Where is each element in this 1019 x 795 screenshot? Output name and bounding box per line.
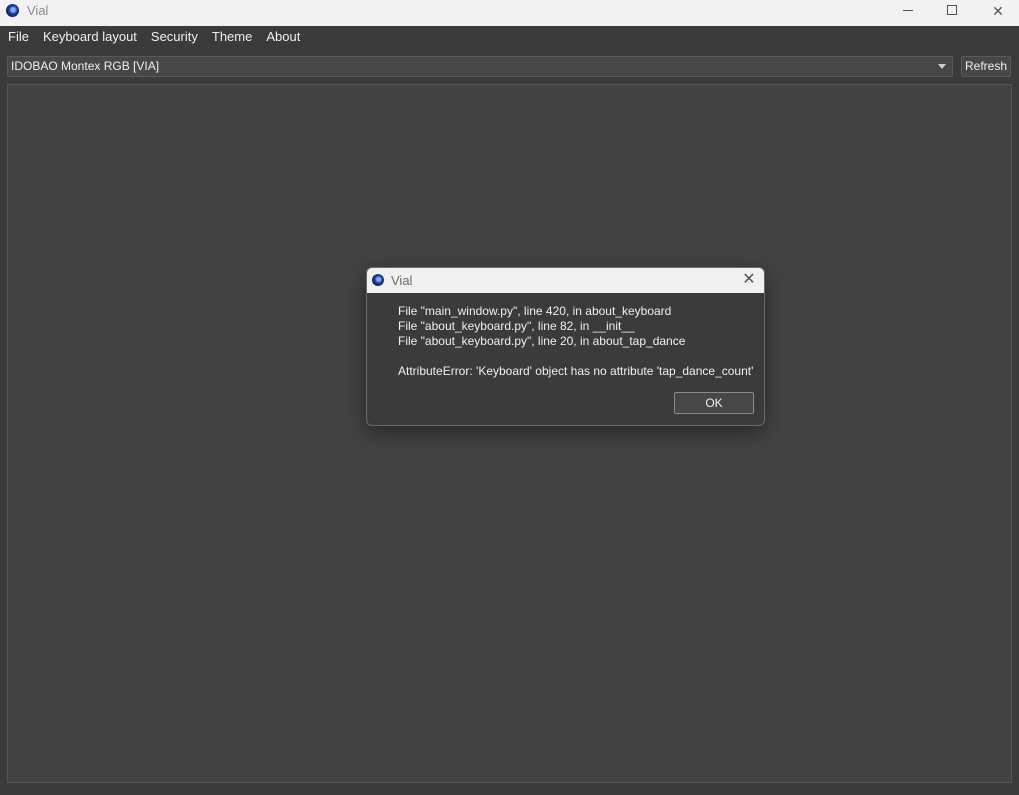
menu-theme[interactable]: Theme (205, 27, 259, 47)
window-title: Vial (27, 3, 49, 18)
menu-file[interactable]: File (1, 27, 36, 47)
minimize-button[interactable] (885, 0, 931, 22)
error-message: AttributeError: 'Keyboard' object has no… (398, 364, 754, 378)
maximize-icon (947, 5, 957, 15)
traceback-line: File "about_keyboard.py", line 20, in ab… (398, 334, 686, 348)
dialog-title-bar[interactable]: Vial ✕ (367, 268, 764, 293)
traceback-text: File "main_window.py", line 420, in abou… (398, 304, 685, 349)
maximize-button[interactable] (929, 0, 975, 22)
main-content-area (7, 84, 1012, 783)
chevron-down-icon[interactable] (938, 64, 946, 69)
traceback-line: File "about_keyboard.py", line 82, in __… (398, 319, 635, 333)
error-dialog: Vial ✕ File "main_window.py", line 420, … (366, 267, 765, 426)
menu-keyboard-layout[interactable]: Keyboard layout (36, 27, 144, 47)
device-select-value: IDOBAO Montex RGB [VIA] (11, 59, 160, 73)
minimize-icon (903, 10, 913, 11)
close-button[interactable]: ✕ (975, 0, 1019, 22)
traceback-line: File "main_window.py", line 420, in abou… (398, 304, 672, 318)
vial-dialog-icon (372, 274, 384, 286)
device-select[interactable]: IDOBAO Montex RGB [VIA] (7, 56, 953, 77)
close-icon: ✕ (742, 271, 756, 288)
dialog-close-button[interactable]: ✕ (739, 270, 759, 290)
dialog-title: Vial (391, 273, 413, 288)
menu-about[interactable]: About (259, 27, 307, 47)
ok-button[interactable]: OK (674, 392, 754, 414)
menu-bar: File Keyboard layout Security Theme Abou… (0, 26, 1019, 48)
main-window: Vial ✕ File Keyboard layout Security The… (0, 0, 1019, 795)
title-bar[interactable]: Vial ✕ (0, 0, 1019, 26)
close-icon: ✕ (992, 3, 1004, 19)
refresh-button[interactable]: Refresh (961, 56, 1011, 77)
menu-security[interactable]: Security (144, 27, 205, 47)
vial-app-icon (6, 4, 19, 17)
